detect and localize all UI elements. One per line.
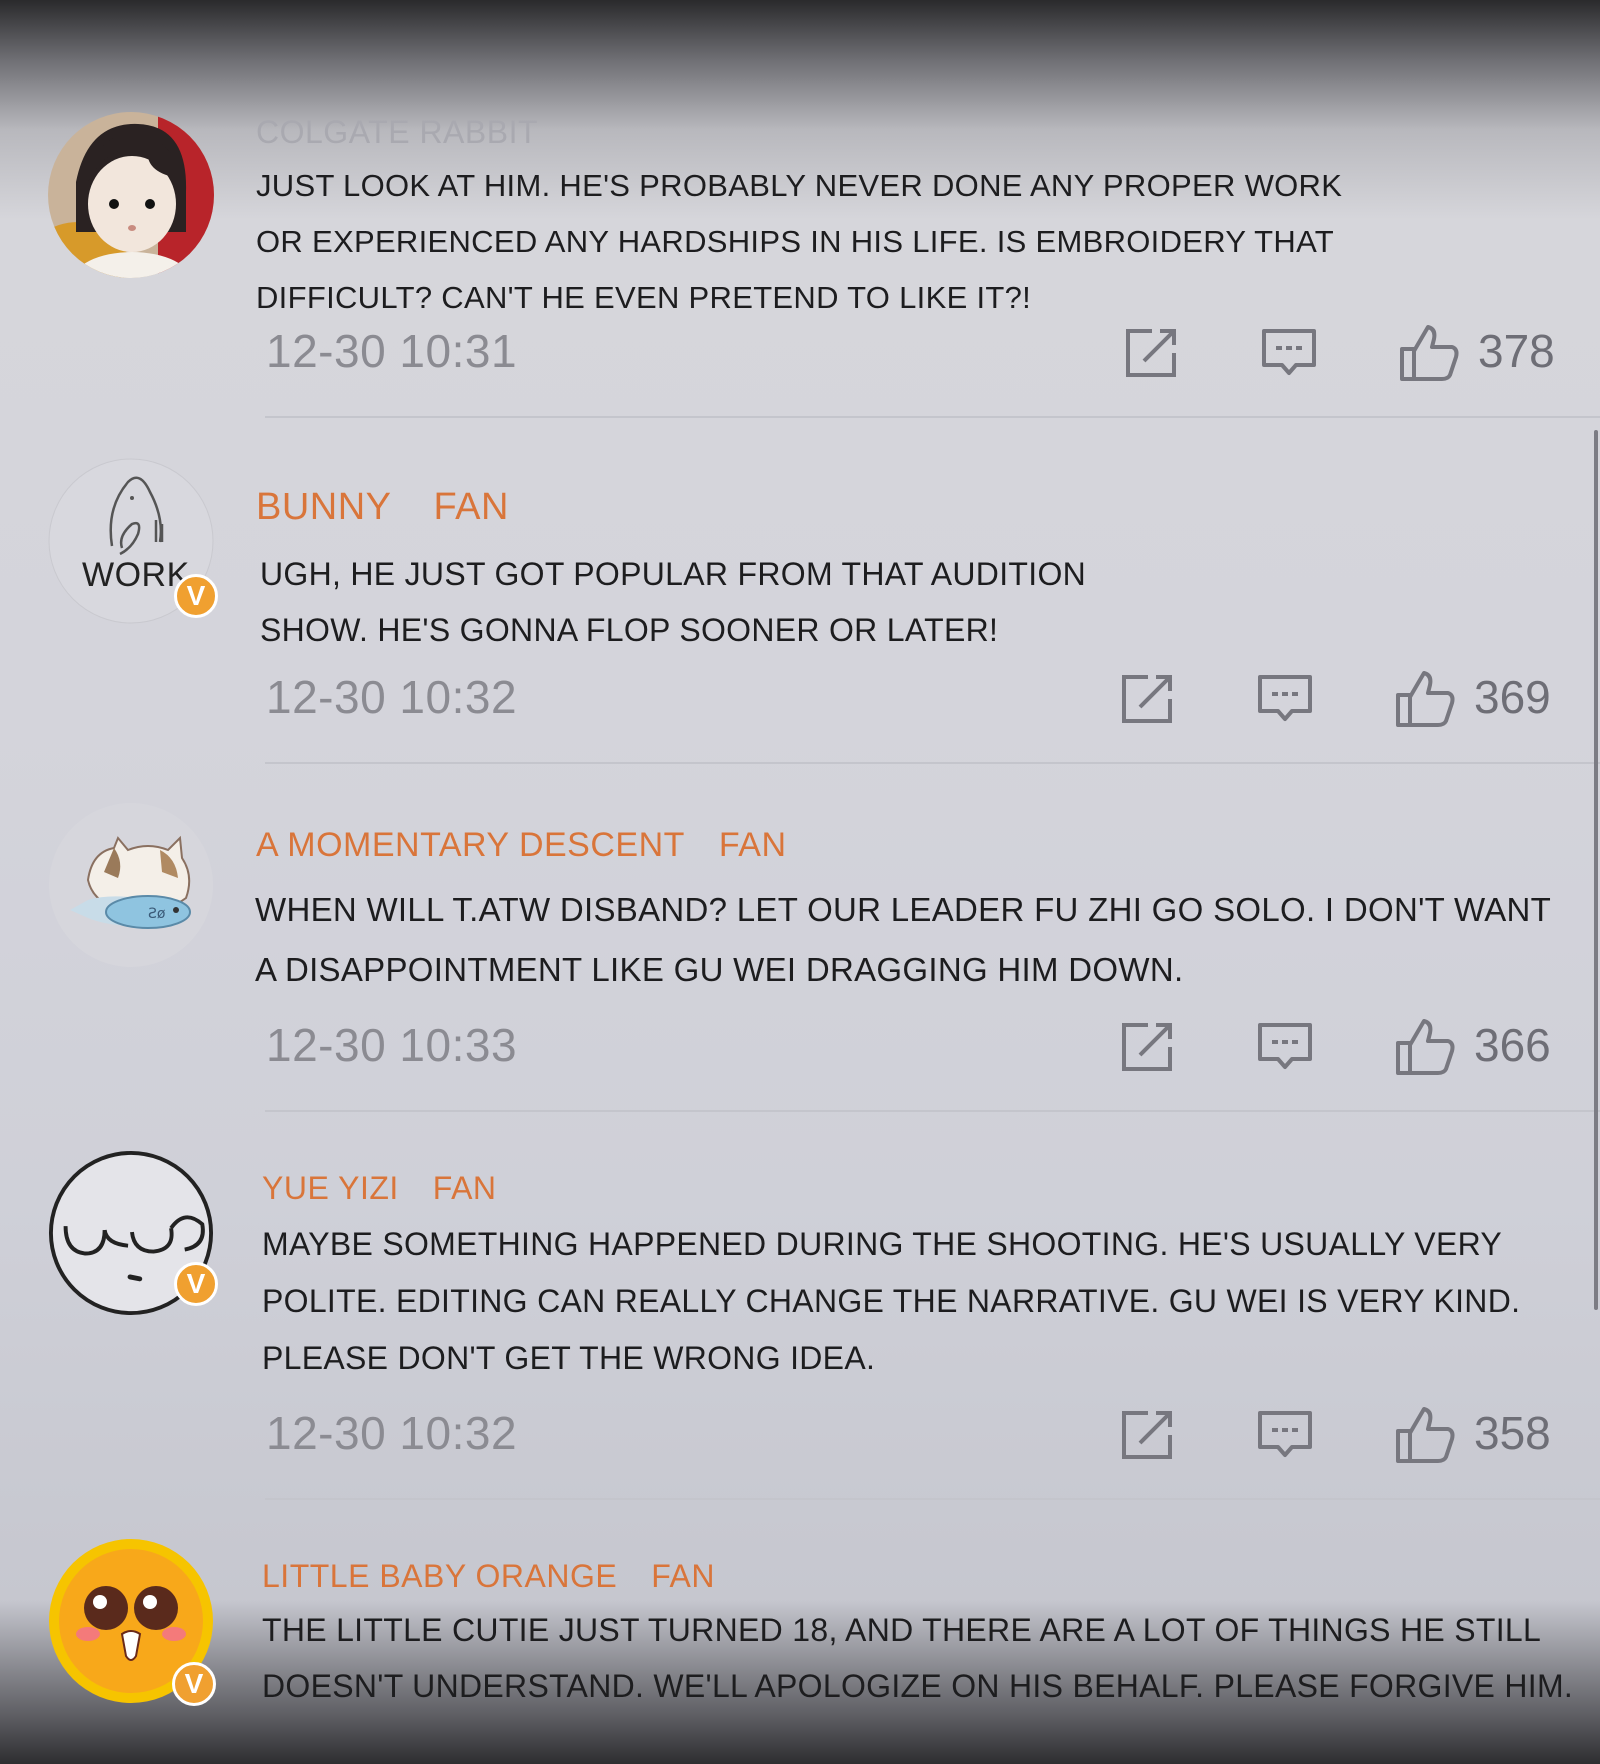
like-count: 378 [1478, 325, 1555, 377]
timestamp: 12-30 10:32 [266, 671, 518, 723]
share-button[interactable] [1114, 1014, 1180, 1080]
share-icon [1122, 675, 1172, 723]
verified-badge-icon: V [174, 574, 218, 618]
share-icon [1126, 329, 1176, 377]
username[interactable]: A MOMENTARY DESCENT FAN [256, 826, 787, 865]
share-icon [1122, 1023, 1172, 1071]
username[interactable]: BUNNY FAN [256, 486, 509, 529]
username[interactable]: LITTLE BABY ORANGE FAN [262, 1558, 715, 1595]
avatar[interactable]: Ƨø [48, 802, 214, 968]
comment-actions: 366 [1110, 1014, 1580, 1084]
username-text[interactable]: A MOMENTARY DESCENT [256, 826, 685, 864]
thumbs-up-icon [1400, 325, 1459, 381]
like-count: 369 [1474, 671, 1551, 723]
like-button[interactable] [1396, 320, 1462, 386]
reply-button[interactable] [1252, 1014, 1318, 1080]
avatar[interactable]: WORK V [48, 458, 218, 624]
username-text[interactable]: COLGATE RABBIT [256, 114, 538, 150]
avatar[interactable] [48, 112, 214, 278]
avatar-caption: WORK [82, 556, 190, 594]
like-count: 366 [1474, 1019, 1551, 1071]
share-button[interactable] [1114, 666, 1180, 732]
timestamp: 12-30 10:32 [266, 1407, 518, 1459]
comment-icon [1258, 1411, 1312, 1457]
share-button[interactable] [1114, 1402, 1180, 1468]
username-text[interactable]: LITTLE BABY ORANGE [262, 1558, 617, 1594]
username[interactable]: COLGATE RABBIT [256, 114, 538, 151]
comment-text: THE LITTLE CUTIE JUST TURNED 18, AND THE… [262, 1612, 1574, 1704]
username[interactable]: YUE YIZI FAN [262, 1170, 497, 1207]
fan-tag: FAN [651, 1558, 715, 1594]
avatar[interactable]: V [48, 1150, 218, 1316]
reply-button[interactable] [1256, 320, 1322, 386]
timestamp: 12-30 10:33 [266, 1019, 518, 1071]
comment-text: UGH, HE JUST GOT POPULAR FROM THAT AUDIT… [260, 556, 1087, 648]
reply-button[interactable] [1252, 666, 1318, 732]
comment-text: JUST LOOK AT HIM. HE'S PROBABLY NEVER DO… [256, 168, 1343, 315]
fan-tag: FAN [432, 1170, 497, 1206]
username-text[interactable]: YUE YIZI [262, 1170, 399, 1206]
divider [265, 1498, 1600, 1500]
username-text[interactable]: BUNNY [256, 486, 392, 528]
like-button[interactable] [1392, 1402, 1458, 1468]
comment-icon [1258, 1023, 1312, 1069]
avatar[interactable]: V [48, 1538, 216, 1706]
comment-icon [1262, 329, 1316, 375]
svg-text:Ƨø: Ƨø [148, 906, 166, 922]
comment-actions: 369 [1110, 666, 1580, 736]
timestamp: 12-30 10:31 [266, 325, 518, 377]
scrollbar[interactable] [1594, 430, 1598, 1310]
comment-actions: 358 [1110, 1402, 1580, 1472]
divider [265, 1110, 1600, 1112]
like-button[interactable] [1392, 1014, 1458, 1080]
comment-actions: 378 [1110, 320, 1580, 390]
thumbs-up-icon [1396, 671, 1455, 727]
cat-fish-avatar-icon: Ƨø [49, 803, 213, 967]
comment-text: WHEN WILL T.ATW DISBAND? LET OUR LEADER … [255, 891, 1551, 988]
thumbs-up-icon [1396, 1407, 1455, 1463]
like-count: 358 [1474, 1407, 1551, 1459]
comment-feed: COLGATE RABBIT JUST LOOK AT HIM. HE'S PR… [0, 0, 1600, 1764]
verified-badge-icon: V [174, 1262, 218, 1306]
divider [265, 416, 1600, 418]
reply-button[interactable] [1252, 1402, 1318, 1468]
fan-tag: FAN [433, 486, 509, 528]
fan-tag: FAN [718, 826, 787, 864]
share-button[interactable] [1118, 320, 1184, 386]
thumbs-up-icon [1396, 1019, 1455, 1075]
comment-icon [1258, 675, 1312, 721]
like-button[interactable] [1392, 666, 1458, 732]
girl-avatar-icon [48, 112, 214, 278]
share-icon [1122, 1411, 1172, 1459]
comment-text: MAYBE SOMETHING HAPPENED DURING THE SHOO… [262, 1226, 1521, 1376]
verified-badge-icon: V [172, 1662, 216, 1706]
divider [265, 762, 1600, 764]
